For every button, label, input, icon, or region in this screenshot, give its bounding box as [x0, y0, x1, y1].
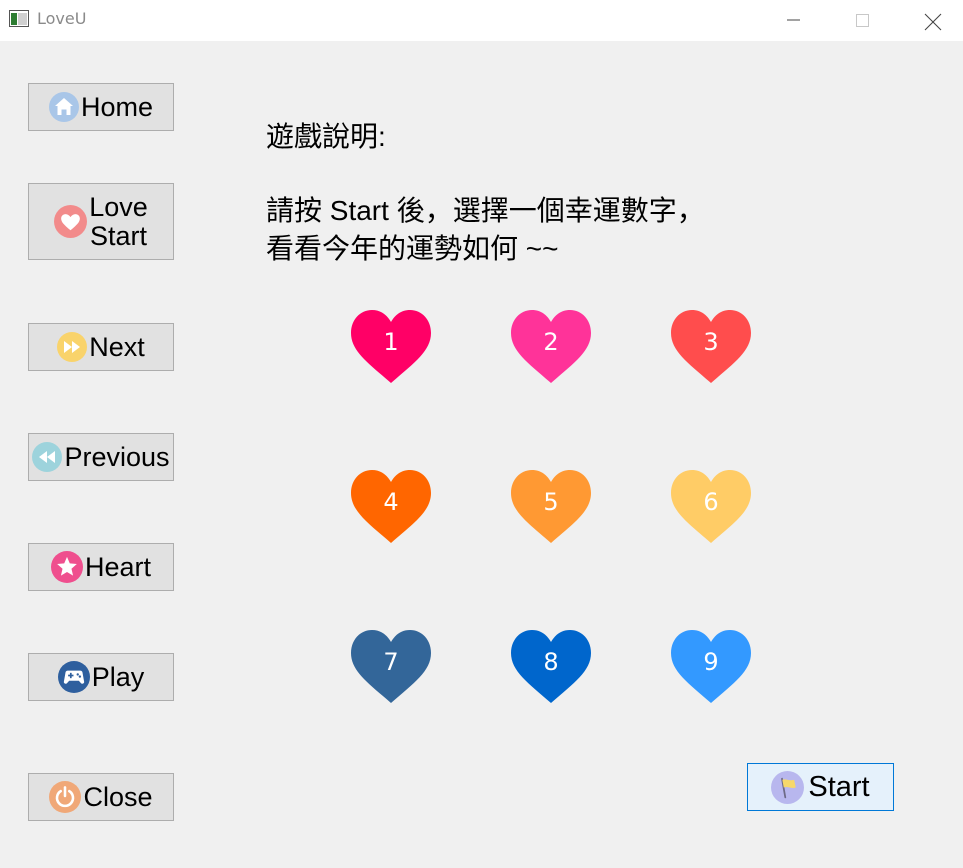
- heart-number-9[interactable]: 9: [670, 629, 752, 705]
- start-button[interactable]: Start: [747, 763, 894, 811]
- start-label: Start: [808, 770, 870, 803]
- close-window-button[interactable]: [909, 0, 955, 41]
- heart-number-3[interactable]: 3: [670, 309, 752, 385]
- heart-number-label: 5: [543, 488, 559, 516]
- home-icon: [48, 92, 79, 122]
- home-label: Home: [80, 91, 154, 122]
- fast-forward-icon: [57, 332, 88, 362]
- instructions-line2: 看看今年的運勢如何 ~~: [266, 233, 559, 264]
- window-title: LoveU: [37, 9, 87, 28]
- heart-number-label: 2: [543, 328, 559, 356]
- love-start-label: Love Start: [89, 193, 148, 250]
- love-start-label-line1: Love: [89, 192, 148, 223]
- heart-number-6[interactable]: 6: [670, 469, 752, 545]
- previous-button[interactable]: Previous: [28, 433, 174, 481]
- heart-number-1[interactable]: 1: [350, 309, 432, 385]
- app-icon: [9, 10, 29, 27]
- heart-number-label: 9: [703, 648, 719, 676]
- instructions-line1: 請按 Start 後，選擇一個幸運數字，: [266, 195, 705, 226]
- rewind-icon: [32, 442, 63, 472]
- star-icon: [50, 551, 83, 583]
- play-label: Play: [91, 661, 145, 692]
- heart-number-label: 7: [383, 648, 399, 676]
- heart-number-5[interactable]: 5: [510, 469, 592, 545]
- gamepad-icon: [57, 661, 90, 693]
- minimize-button[interactable]: [770, 0, 816, 41]
- heart-number-7[interactable]: 7: [350, 629, 432, 705]
- home-button[interactable]: Home: [28, 83, 174, 131]
- love-start-button[interactable]: Love Start: [28, 183, 174, 260]
- instructions-heading: 遊戲說明:: [266, 121, 386, 152]
- heart-number-2[interactable]: 2: [510, 309, 592, 385]
- heart-number-label: 1: [383, 328, 399, 356]
- heart-label: Heart: [84, 551, 152, 582]
- maximize-icon: [856, 14, 869, 27]
- heart-number-8[interactable]: 8: [510, 629, 592, 705]
- heart-number-label: 4: [383, 488, 399, 516]
- heart-number-label: 3: [703, 328, 719, 356]
- love-start-label-line2: Start: [89, 220, 148, 251]
- title-bar: LoveU: [0, 0, 963, 41]
- heart-icon: [54, 205, 88, 238]
- close-button[interactable]: Close: [28, 773, 174, 821]
- heart-number-4[interactable]: 4: [350, 469, 432, 545]
- next-button[interactable]: Next: [28, 323, 174, 371]
- heart-button[interactable]: Heart: [28, 543, 174, 591]
- heart-number-label: 8: [543, 648, 559, 676]
- play-button[interactable]: Play: [28, 653, 174, 701]
- power-icon: [49, 781, 82, 813]
- close-icon: [924, 13, 942, 31]
- next-label: Next: [89, 331, 145, 362]
- close-label: Close: [83, 781, 153, 812]
- minimize-icon: [787, 19, 800, 21]
- flag-icon: [771, 770, 805, 804]
- maximize-button[interactable]: [839, 0, 885, 41]
- previous-label: Previous: [64, 441, 170, 472]
- heart-number-label: 6: [703, 488, 719, 516]
